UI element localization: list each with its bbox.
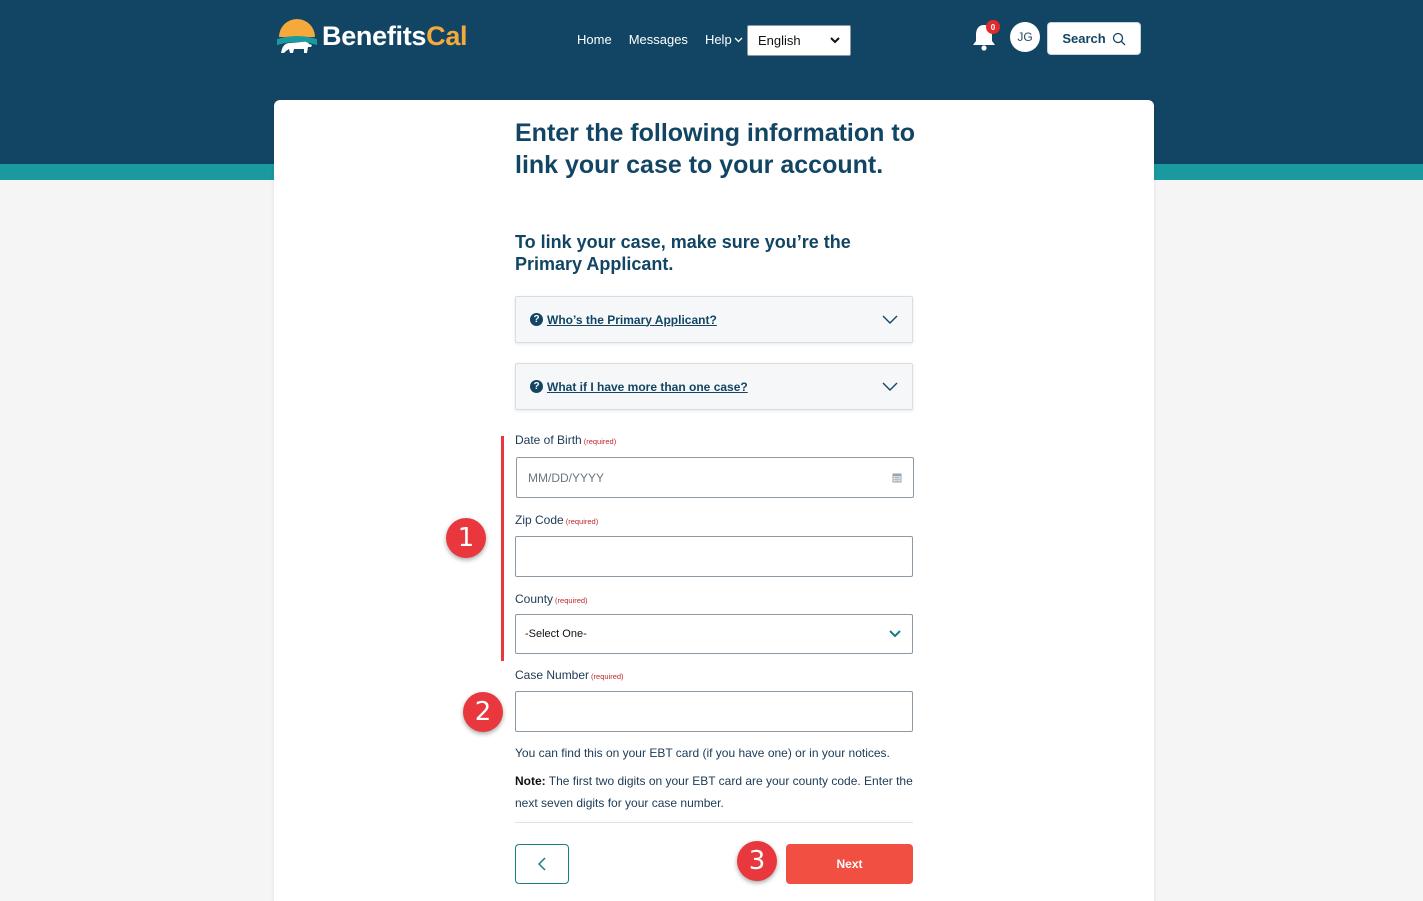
- nav-home[interactable]: Home: [577, 32, 612, 47]
- question-circle-icon: ?: [530, 380, 543, 393]
- benefitscal-logo[interactable]: BenefitsCal: [276, 15, 468, 57]
- chevron-down-icon[interactable]: [882, 382, 898, 391]
- chevron-down-icon[interactable]: [882, 315, 898, 324]
- search-button-label: Search: [1062, 31, 1106, 46]
- county-label: County (required): [515, 592, 588, 606]
- case-number-note: Note: The first two digits on your EBT c…: [515, 770, 915, 814]
- notification-count-badge: 0: [986, 20, 1000, 34]
- annotation-bracket: [501, 436, 504, 661]
- required-tag: (required): [555, 596, 588, 605]
- zip-label: Zip Code (required): [515, 513, 598, 527]
- chevron-down-icon: [889, 630, 901, 638]
- accordion-more-than-one-case-label[interactable]: What if I have more than one case?: [547, 380, 748, 394]
- language-select-value: English: [758, 33, 801, 48]
- question-circle-icon: ?: [530, 313, 543, 326]
- county-select-value: -Select One-: [525, 628, 587, 640]
- dob-input[interactable]: MM/DD/YYYY: [516, 457, 914, 498]
- nav-help[interactable]: Help: [705, 32, 743, 47]
- accordion-more-than-one-case[interactable]: ? What if I have more than one case?: [515, 363, 913, 410]
- nav-help-label: Help: [704, 32, 732, 47]
- chevron-down-icon: [734, 37, 743, 42]
- logo-text-accent: Cal: [426, 20, 468, 51]
- calendar-icon[interactable]: [892, 472, 902, 483]
- language-select[interactable]: English: [747, 25, 851, 56]
- annotation-marker-2: 2: [463, 692, 503, 732]
- main-nav: Home Messages Help: [577, 32, 760, 47]
- annotation-marker-3: 3: [737, 841, 777, 881]
- case-number-input[interactable]: [515, 691, 913, 732]
- page-title: Enter the following information to link …: [515, 119, 915, 179]
- required-tag: (required): [591, 672, 624, 681]
- divider: [515, 822, 913, 823]
- county-label-text: County: [515, 592, 554, 606]
- dob-label: Date of Birth (required): [515, 433, 616, 447]
- next-button[interactable]: Next: [786, 844, 913, 884]
- user-avatar[interactable]: JG: [1010, 22, 1040, 52]
- accordion-primary-applicant-label[interactable]: Who’s the Primary Applicant?: [547, 313, 717, 327]
- chevron-left-icon: [538, 857, 546, 871]
- logo-text-main: Benefits: [322, 20, 427, 51]
- case-number-label-text: Case Number: [515, 668, 590, 682]
- case-number-help: You can find this on your EBT card (if y…: [515, 746, 890, 760]
- annotation-marker-1: 1: [446, 518, 486, 558]
- required-tag: (required): [565, 517, 599, 526]
- dob-label-text: Date of Birth: [515, 433, 582, 447]
- note-label: Note:: [515, 774, 546, 788]
- page-subtitle: To link your case, make sure you’re the …: [515, 232, 851, 274]
- required-tag: (required): [583, 437, 617, 446]
- search-icon: [1112, 32, 1126, 45]
- dob-placeholder: MM/DD/YYYY: [528, 470, 605, 485]
- zip-code-input[interactable]: [515, 536, 913, 577]
- accordion-primary-applicant[interactable]: ? Who’s the Primary Applicant?: [515, 296, 913, 343]
- note-text: The first two digits on your EBT card ar…: [515, 774, 913, 810]
- chevron-down-icon: [830, 37, 840, 44]
- county-select[interactable]: -Select One-: [515, 614, 913, 654]
- case-number-label: Case Number (required): [515, 668, 624, 682]
- nav-messages[interactable]: Messages: [629, 32, 688, 47]
- zip-label-text: Zip Code: [515, 513, 564, 527]
- search-button[interactable]: Search: [1047, 22, 1141, 55]
- bear-sun-logo-icon: [276, 15, 318, 57]
- back-button[interactable]: [515, 844, 569, 884]
